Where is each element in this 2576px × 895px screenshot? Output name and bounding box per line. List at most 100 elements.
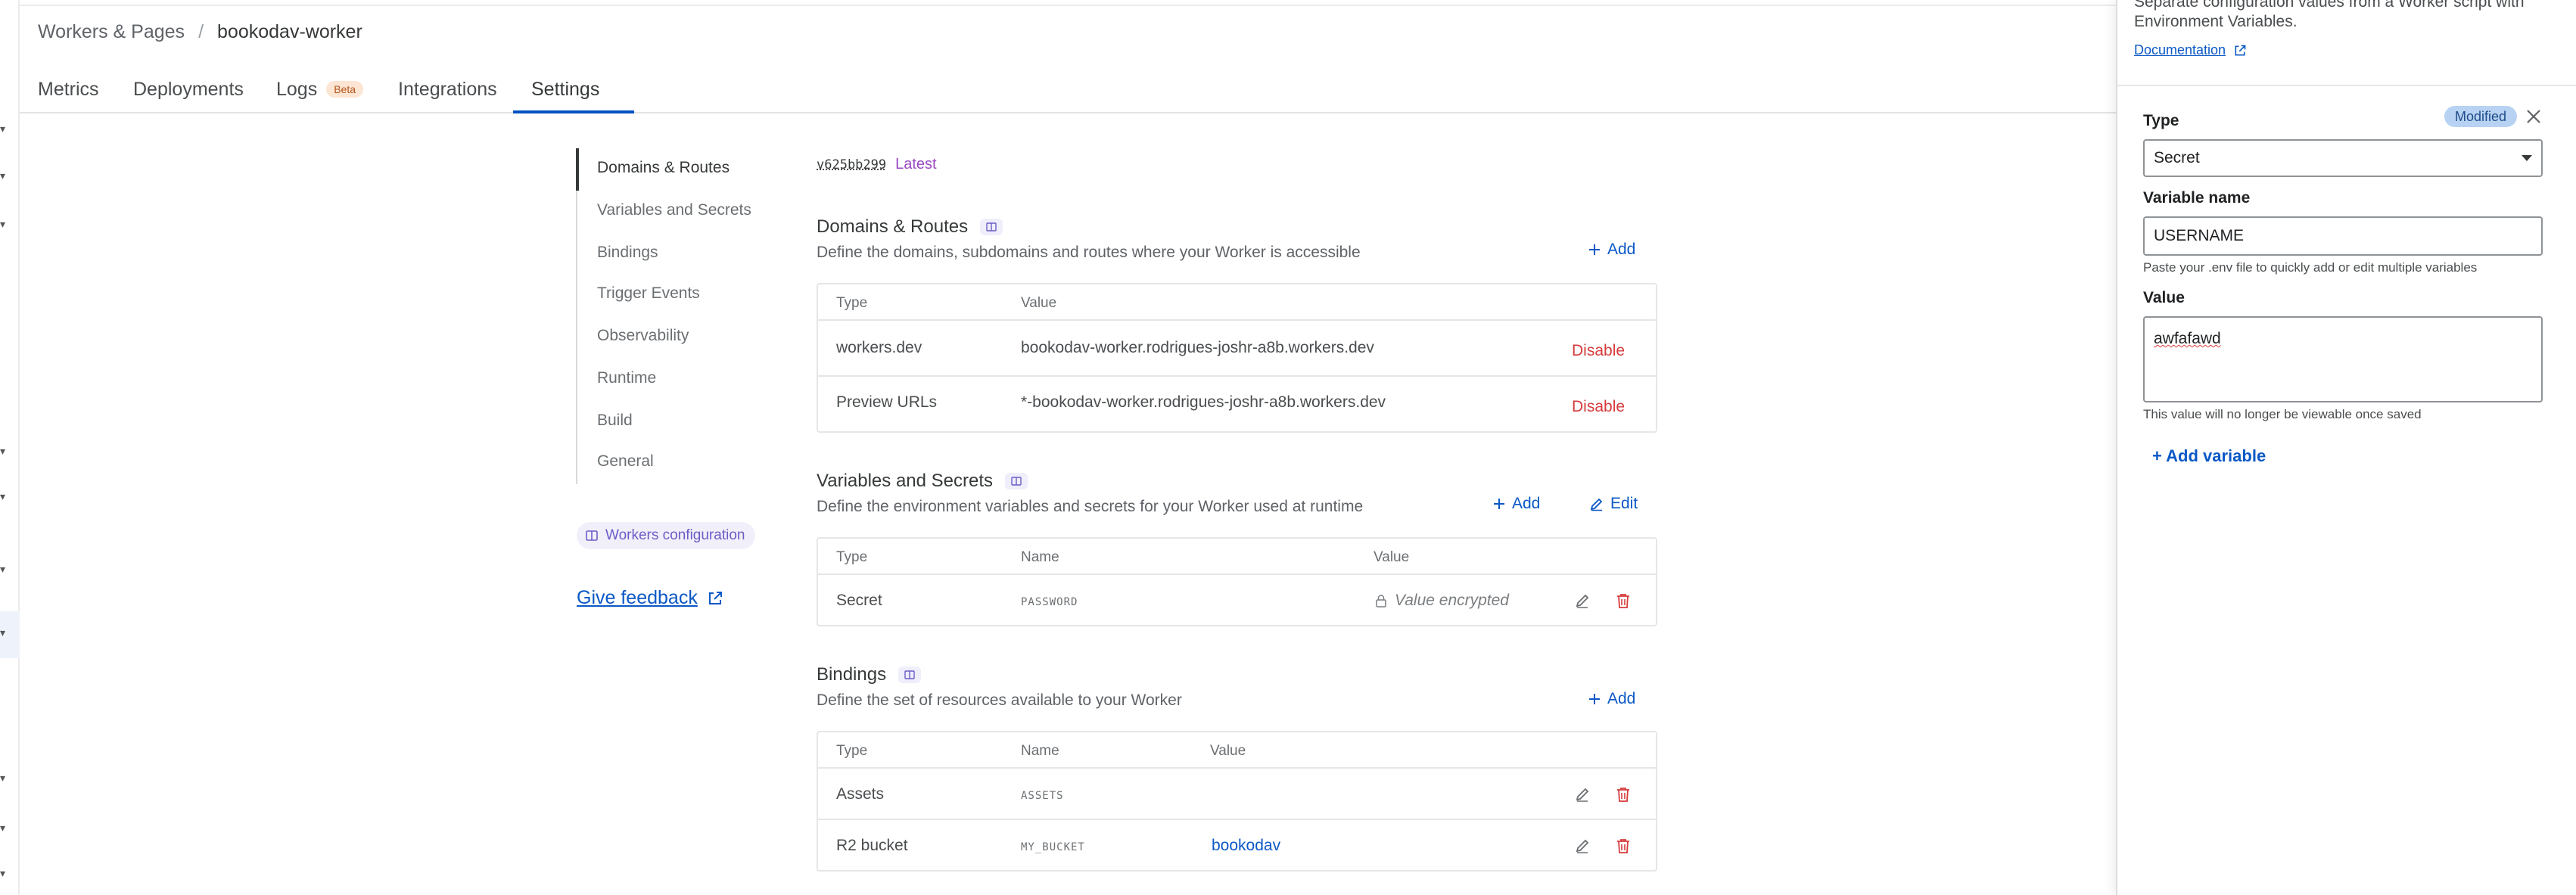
trash-icon[interactable] — [1613, 590, 1634, 611]
tab-metrics[interactable]: Metrics — [38, 74, 99, 104]
documentation-label: Documentation — [2134, 42, 2226, 58]
domains-add-button[interactable]: Add — [1588, 241, 1635, 259]
column-header-type: Type — [836, 549, 867, 566]
variables-table: Type Name Value Secret PASSWORD Value en… — [817, 537, 1657, 626]
top-divider — [20, 0, 2116, 6]
variables-section-description: Define the environment variables and sec… — [817, 498, 1363, 516]
book-icon[interactable] — [1005, 473, 1028, 489]
variables-edit-button[interactable]: Edit — [1589, 495, 1638, 513]
settings-subnav: Domains & Routes Variables and Secrets B… — [576, 148, 773, 484]
domain-type: workers.dev — [836, 339, 922, 357]
trash-icon[interactable] — [1613, 835, 1634, 856]
binding-value-link[interactable]: bookodav — [1212, 837, 1280, 855]
bindings-add-button[interactable]: Add — [1588, 690, 1635, 708]
section-title-text: Variables and Secrets — [817, 471, 993, 492]
domains-section-description: Define the domains, subdomains and route… — [817, 244, 1361, 262]
workers-configuration-link[interactable]: Workers configuration — [577, 522, 755, 549]
plus-icon — [1492, 497, 1506, 511]
value-textarea[interactable]: awfafawd — [2143, 316, 2543, 402]
column-header-type: Type — [836, 743, 867, 760]
tab-settings[interactable]: Settings — [531, 74, 599, 104]
add-variable-button[interactable]: + Add variable — [2152, 446, 2266, 466]
give-feedback-link[interactable]: Give feedback — [577, 587, 723, 609]
pencil-icon[interactable] — [1572, 835, 1593, 856]
close-icon[interactable] — [2522, 104, 2546, 129]
env-paste-hint: Paste your .env file to quickly add or e… — [2143, 260, 2477, 275]
tab-bar: Metrics Deployments Logs Beta Integratio… — [20, 65, 2116, 113]
pencil-icon[interactable] — [1572, 784, 1593, 805]
subnav-item-observability[interactable]: Observability — [597, 327, 689, 345]
table-header: Type Name Value — [818, 539, 1656, 575]
variable-name-label: Variable name — [2143, 189, 2250, 207]
column-header-value: Value — [1021, 295, 1056, 312]
section-title-text: Bindings — [817, 664, 886, 685]
type-select[interactable]: Secret — [2143, 139, 2543, 177]
chevron-down-icon[interactable]: ▾ — [0, 493, 6, 499]
tab-label: Integrations — [398, 79, 497, 101]
chevron-down-icon[interactable]: ▾ — [0, 448, 6, 454]
chevron-down-icon[interactable]: ▾ — [0, 775, 6, 781]
subnav-item-variables-secrets[interactable]: Variables and Secrets — [597, 201, 751, 219]
pencil-icon — [1589, 496, 1604, 511]
chevron-down-icon[interactable]: ▾ — [0, 126, 6, 132]
book-icon[interactable] — [898, 667, 921, 683]
section-title-text: Domains & Routes — [817, 216, 968, 238]
domains-section-title: Domains & Routes — [817, 216, 1003, 238]
app-sidebar-strip: ▾ ▾ ▾ ▾ ▾ ▾ ▾ ▾ ▾ ▾ — [0, 0, 20, 895]
variable-name-input[interactable]: USERNAME — [2143, 216, 2543, 256]
plus-icon — [1588, 692, 1601, 706]
subnav-item-runtime[interactable]: Runtime — [597, 369, 656, 387]
tab-deployments[interactable]: Deployments — [133, 74, 244, 104]
table-header: Type Name Value — [818, 732, 1656, 769]
book-icon — [586, 530, 598, 541]
binding-name: MY_BUCKET — [1021, 841, 1085, 853]
tab-logs[interactable]: Logs Beta — [276, 74, 363, 104]
table-row: workers.dev bookodav-worker.rodrigues-jo… — [818, 321, 1656, 377]
binding-name: ASSETS — [1021, 790, 1064, 802]
subnav-item-general[interactable]: General — [597, 452, 654, 471]
table-header: Type Value — [818, 284, 1656, 321]
version-hash[interactable]: v625bb299 — [817, 157, 886, 172]
trash-icon[interactable] — [1613, 784, 1634, 805]
book-icon[interactable] — [980, 219, 1003, 235]
variable-name-value: USERNAME — [2154, 227, 2244, 245]
variable-edit-panel: Separate configuration values from a Wor… — [2116, 0, 2576, 895]
chevron-down-icon[interactable]: ▾ — [0, 172, 6, 179]
subnav-item-bindings[interactable]: Bindings — [597, 244, 658, 262]
subnav-item-build[interactable]: Build — [597, 412, 633, 430]
bindings-section-title: Bindings — [817, 664, 921, 685]
table-row: Secret PASSWORD Value encrypted — [818, 575, 1656, 626]
plus-icon — [1588, 243, 1601, 256]
beta-badge: Beta — [326, 81, 363, 98]
bindings-table: Type Name Value Assets ASSETS R2 bucket … — [817, 731, 1657, 872]
panel-intro-text: Separate configuration values from a Wor… — [2134, 0, 2543, 32]
tab-label: Deployments — [133, 79, 244, 101]
chevron-down-icon[interactable]: ▾ — [0, 629, 6, 636]
table-row: R2 bucket MY_BUCKET bookodav — [818, 820, 1656, 872]
tab-integrations[interactable]: Integrations — [398, 74, 497, 104]
breadcrumb-parent[interactable]: Workers & Pages — [38, 21, 185, 43]
add-label: Add — [1607, 690, 1635, 708]
external-link-icon — [707, 590, 723, 607]
chevron-down-icon[interactable]: ▾ — [0, 870, 6, 876]
lock-icon — [1375, 594, 1387, 608]
workers-configuration-label: Workers configuration — [605, 527, 745, 544]
chevron-down-icon[interactable]: ▾ — [0, 221, 6, 227]
variables-add-button[interactable]: Add — [1492, 495, 1540, 513]
column-header-type: Type — [836, 295, 867, 312]
subnav-item-domains-routes[interactable]: Domains & Routes — [597, 159, 730, 177]
breadcrumb: Workers & Pages / bookodav-worker — [38, 21, 362, 43]
disable-button[interactable]: Disable — [1572, 398, 1625, 416]
chevron-down-icon[interactable]: ▾ — [0, 566, 6, 572]
add-label: Add — [1607, 241, 1635, 259]
external-link-icon — [2233, 44, 2247, 57]
chevron-down-icon — [2522, 155, 2532, 161]
tab-label: Settings — [531, 79, 599, 101]
binding-type: Assets — [836, 785, 884, 803]
subnav-item-trigger-events[interactable]: Trigger Events — [597, 284, 700, 303]
value-hint: This value will no longer be viewable on… — [2143, 407, 2422, 422]
pencil-icon[interactable] — [1572, 590, 1593, 611]
chevron-down-icon[interactable]: ▾ — [0, 825, 6, 831]
documentation-link[interactable]: Documentation — [2134, 42, 2247, 58]
disable-button[interactable]: Disable — [1572, 342, 1625, 360]
